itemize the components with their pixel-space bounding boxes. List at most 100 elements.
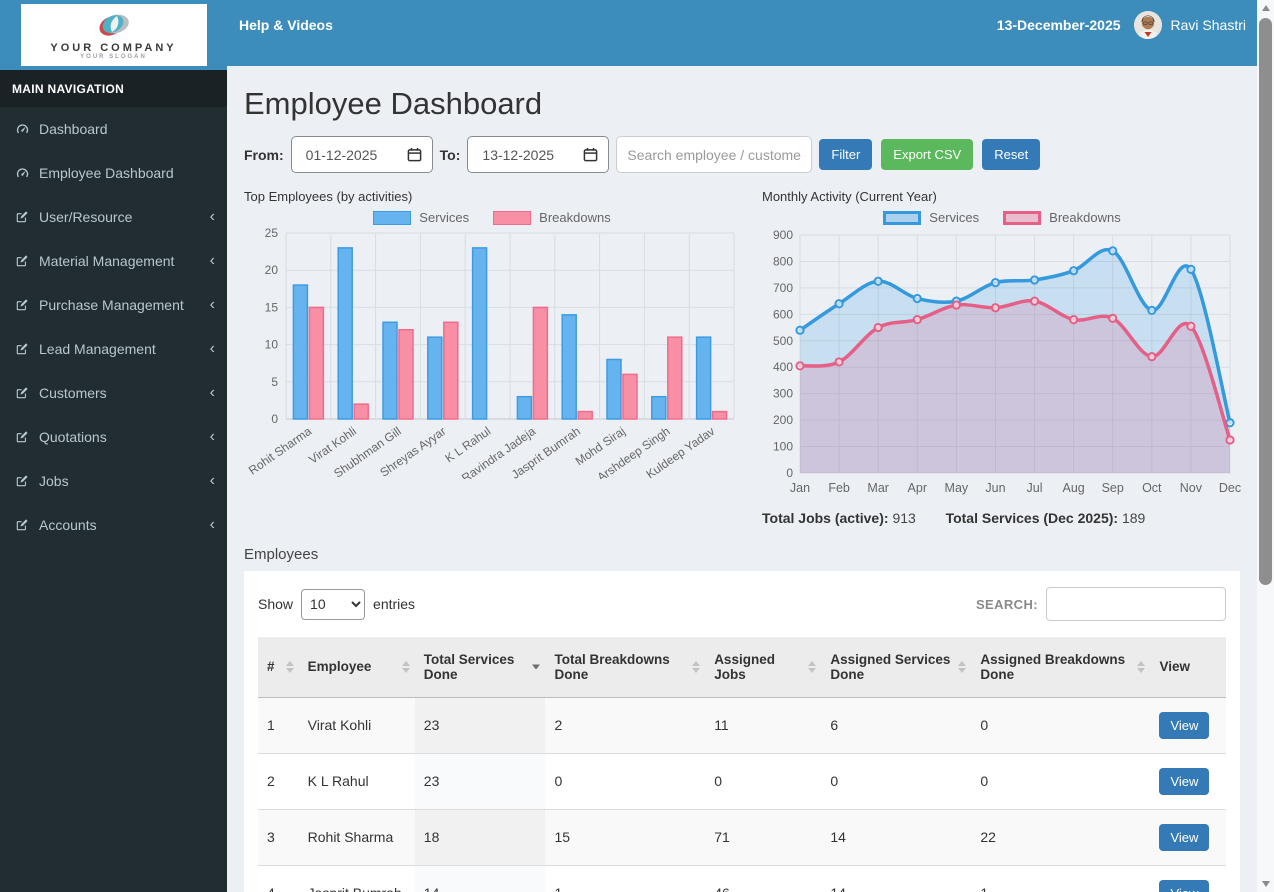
employees-table: # Employee Total Services Done Total Breakd… <box>258 637 1226 892</box>
svg-text:0: 0 <box>786 466 793 480</box>
table-search-label: SEARCH: <box>975 596 1038 612</box>
svg-text:Nov: Nov <box>1180 481 1203 495</box>
svg-text:Oct: Oct <box>1142 481 1162 495</box>
column-header--[interactable]: # <box>258 637 299 698</box>
svg-text:500: 500 <box>773 334 793 348</box>
svg-text:Dec: Dec <box>1219 481 1241 495</box>
calendar-icon[interactable] <box>407 147 422 162</box>
employees-section-title: Employees <box>244 546 319 563</box>
scrollbar-up-arrow[interactable] <box>1257 0 1274 16</box>
edit-icon <box>15 210 39 224</box>
sort-carets-icon[interactable] <box>692 660 701 673</box>
table-search-input[interactable] <box>1046 587 1226 621</box>
bar-chart-title: Top Employees (by activities) <box>244 189 413 204</box>
svg-text:300: 300 <box>773 387 793 401</box>
sidebar-item-quotations[interactable]: Quotations ‹ <box>0 415 227 459</box>
sidebar-item-accounts[interactable]: Accounts ‹ <box>0 503 227 547</box>
legend-item-services[interactable]: Services <box>373 210 469 225</box>
svg-text:Jan: Jan <box>790 481 810 495</box>
svg-text:Jun: Jun <box>985 481 1005 495</box>
column-header-assigned-services-done[interactable]: Assigned Services Done <box>821 637 972 698</box>
sidebar-item-employee-dashboard[interactable]: Employee Dashboard <box>0 151 227 195</box>
legend-swatch <box>373 210 412 225</box>
sort-carets-icon[interactable] <box>808 660 817 673</box>
legend-item-breakdowns[interactable]: Breakdowns <box>1003 210 1121 225</box>
page-scrollbar[interactable] <box>1257 0 1274 892</box>
help-videos-link[interactable]: Help & Videos <box>239 17 333 33</box>
sidebar-item-label: Customers <box>39 385 107 401</box>
show-label: Show <box>258 596 294 612</box>
legend-swatch <box>1003 210 1042 225</box>
total-jobs-label: Total Jobs (active): <box>762 510 889 526</box>
cell-assigned_jobs: 0 <box>705 752 822 809</box>
calendar-icon[interactable] <box>583 147 598 162</box>
sidebar-item-lead-management[interactable]: Lead Management ‹ <box>0 327 227 371</box>
user-name-text[interactable]: Ravi Shastri <box>1171 17 1246 33</box>
scrollbar-thumb[interactable] <box>1259 18 1272 585</box>
sort-carets-icon[interactable] <box>285 660 294 673</box>
column-header-assigned-jobs[interactable]: Assigned Jobs <box>705 637 822 698</box>
sidebar-item-user-resource[interactable]: User/Resource ‹ <box>0 195 227 239</box>
user-avatar[interactable] <box>1133 11 1162 39</box>
to-date-input[interactable]: 13-12-2025 <box>467 136 610 173</box>
from-date-input[interactable]: 01-12-2025 <box>290 136 433 173</box>
total-jobs-value: 913 <box>892 510 916 526</box>
sort-carets-icon[interactable] <box>532 664 541 670</box>
total-services-value: 189 <box>1121 510 1146 526</box>
company-logo: YOUR COMPANY YOUR SLOGAN <box>20 4 207 66</box>
svg-text:800: 800 <box>773 254 793 268</box>
sort-carets-icon[interactable] <box>1137 660 1146 673</box>
sidebar-item-material-management[interactable]: Material Management ‹ <box>0 239 227 283</box>
main-content: Employee Dashboard From: 01-12-2025 To: … <box>227 66 1257 892</box>
line-chart-legend: Services Breakdowns <box>762 210 1242 225</box>
sidebar-item-dashboard[interactable]: Dashboard <box>0 107 227 151</box>
employee-search-input[interactable] <box>616 136 813 173</box>
view-button[interactable]: View <box>1159 711 1210 739</box>
sidebar-item-jobs[interactable]: Jobs ‹ <box>0 459 227 503</box>
chevron-left-icon: ‹ <box>209 296 215 313</box>
table-row: 1 Virat Kohli 23 2 11 6 0 View <box>258 696 1226 753</box>
legend-label: Services <box>419 210 470 225</box>
svg-text:Jul: Jul <box>1027 481 1043 495</box>
logo-area[interactable]: YOUR COMPANY YOUR SLOGAN <box>0 0 227 70</box>
column-header-total-services-done[interactable]: Total Services Done <box>414 637 546 698</box>
view-button[interactable]: View <box>1159 767 1210 795</box>
logo-slogan-text: YOUR SLOGAN <box>80 53 147 60</box>
cell-employee: K L Rahul <box>298 752 415 809</box>
legend-item-services[interactable]: Services <box>883 210 979 225</box>
legend-swatch <box>493 210 532 225</box>
sidebar-item-label: Lead Management <box>39 341 156 357</box>
column-header-total-breakdowns-done[interactable]: Total Breakdowns Done <box>545 637 706 698</box>
sort-carets-icon[interactable] <box>401 660 410 673</box>
legend-item-breakdowns[interactable]: Breakdowns <box>493 210 611 225</box>
sidebar-item-customers[interactable]: Customers ‹ <box>0 371 227 415</box>
cell-total_breakdowns: 0 <box>545 752 706 809</box>
dashboard-icon <box>15 166 39 181</box>
cell-assigned_services: 14 <box>821 808 972 865</box>
bar-chart-panel: Top Employees (by activities) Services Br… <box>244 189 740 526</box>
filter-button[interactable]: Filter <box>819 139 873 170</box>
sidebar-item-label: Quotations <box>39 429 107 445</box>
chart-totals: Total Jobs (active): 913 Total Services … <box>762 510 1242 526</box>
column-header-assigned-breakdowns-done[interactable]: Assigned Breakdowns Done <box>971 637 1151 698</box>
legend-label: Breakdowns <box>539 210 611 225</box>
sort-carets-icon[interactable] <box>958 660 967 673</box>
cell-total_services: 18 <box>414 808 546 865</box>
cell-employee: Rohit Sharma <box>298 808 415 865</box>
export-csv-button[interactable]: Export CSV <box>881 139 974 170</box>
cell-employee: Jasprit Bumrah <box>298 864 415 892</box>
view-button[interactable]: View <box>1159 879 1210 892</box>
cell-num: 3 <box>258 808 299 865</box>
reset-button[interactable]: Reset <box>982 139 1041 170</box>
chevron-left-icon: ‹ <box>209 516 215 533</box>
view-button[interactable]: View <box>1159 823 1210 851</box>
scrollbar-down-arrow[interactable] <box>1257 876 1274 892</box>
cell-total_services: 23 <box>414 696 546 753</box>
column-header-employee[interactable]: Employee <box>298 637 415 698</box>
line-chart-panel: Monthly Activity (Current Year) Services… <box>762 189 1242 526</box>
sidebar-item-purchase-management[interactable]: Purchase Management ‹ <box>0 283 227 327</box>
column-header-view: View <box>1150 637 1226 698</box>
page-size-select[interactable]: 10 <box>301 588 366 620</box>
total-services-label: Total Services (Dec 2025): <box>945 510 1119 526</box>
cell-total_breakdowns: 2 <box>545 696 706 753</box>
